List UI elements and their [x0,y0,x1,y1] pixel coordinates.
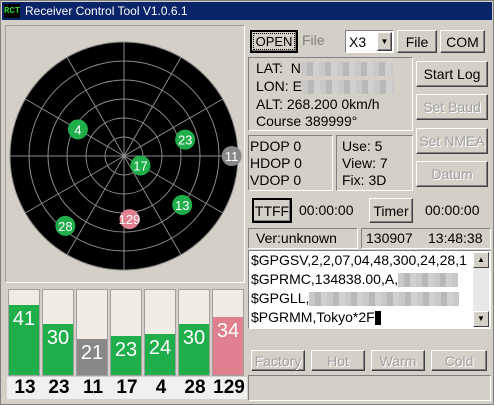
snr-value: 30 [182,326,206,349]
nmea-line: $GPGSV,2,2,07,04,48,300,24,28,1 [251,252,467,268]
factory-reset-button[interactable]: Factory [251,350,305,371]
set-baud-button[interactable]: Set Baud [416,94,488,120]
snr-bar: 23 17 [109,289,145,399]
snr-bar-chart: 41 13 30 23 21 11 23 17 24 4 30 28 34 129 [5,287,247,400]
title-bar[interactable]: RCT Receiver Control Tool V1.0.6.1 [2,2,492,20]
file-label: File [302,32,325,48]
datum-button[interactable]: Datum [416,161,488,187]
nmea-line: $GPRMC,134838.00,A, [251,271,399,287]
snr-bar: 41 13 [7,289,43,399]
snr-value: 21 [80,342,104,365]
satellite-prn-label: 28 [58,219,72,234]
snr-prn-label: 4 [143,377,179,399]
dop-panel: PDOP 0 HDOP 0 VDOP 0 [248,135,333,191]
snr-value: 34 [216,319,240,342]
course-value: 389999° [305,113,358,129]
satellite-prn-label: 17 [133,159,147,174]
window-title: Receiver Control Tool V1.0.6.1 [25,4,188,18]
snr-value: 30 [46,326,70,349]
snr-bar: 24 4 [143,289,179,399]
version-field: Ver:unknown [248,228,358,249]
snr-bar: 30 23 [41,289,77,399]
satellite-prn-label: 129 [119,212,141,227]
timer-value: 00:00:00 [425,202,480,218]
snr-value: 23 [114,338,138,361]
app-icon: RCT [4,4,21,18]
satellite-prn-label: 23 [178,133,192,148]
start-log-button[interactable]: Start Log [416,61,488,87]
status-bar [248,375,491,401]
scroll-up-icon[interactable]: ▲ [473,252,489,268]
snr-bar: 21 11 [75,289,111,399]
snr-prn-label: 13 [7,377,43,399]
lon-label: LON: [256,78,289,94]
vdop-value: VDOP 0 [250,172,302,188]
open-button-label: OPEN [252,33,296,50]
snr-prn-label: 23 [41,377,77,399]
nmea-line: $GPGLL, [251,290,310,306]
scroll-down-icon[interactable]: ▼ [473,311,489,327]
sky-plot: 4 17 23 11 13 129 28 [9,41,242,271]
snr-prn-label: 129 [211,377,247,399]
snr-value: 41 [12,307,36,330]
position-panel: LAT: N LON: E ALT: 268.200 0km/h Course … [248,57,413,131]
ttff-value: 00:00:00 [299,202,354,218]
port-select[interactable]: X3 ▼ [345,30,394,53]
speed-value: 0km/h [341,96,380,112]
lat-label: LAT: [256,60,283,76]
open-button[interactable]: OPEN [250,30,298,53]
file-button[interactable]: File [397,30,437,53]
snr-value: 24 [148,337,172,360]
datetime-field: 130907 13:48:38 [361,228,491,249]
nmea-output[interactable]: $GPGSV,2,2,07,04,48,300,24,28,1 $GPRMC,1… [248,250,491,329]
timer-button[interactable]: Timer [369,198,413,223]
cold-start-button[interactable]: Cold [431,350,487,371]
snr-prn-label: 28 [177,377,213,399]
snr-bar: 30 28 [177,289,213,399]
text-cursor [374,311,381,326]
nmea-scrollbar[interactable]: ▲ ▼ [473,252,489,327]
alt-value: 268.200 [286,96,338,112]
snr-prn-label: 17 [109,377,145,399]
nmea-line: $PGRMM,Tokyo*2F [251,309,375,325]
port-select-value: X3 [349,34,367,50]
satellite-count-panel: Use: 5 View: 7 Fix: 3D [336,135,413,191]
fix-type: Fix: 3D [342,172,387,188]
alt-label: ALT: [256,96,283,112]
set-nmea-button[interactable]: Set NMEA [416,128,488,154]
sky-plot-panel: 4 17 23 11 13 129 28 [5,25,245,283]
chevron-down-icon[interactable]: ▼ [377,32,392,51]
satellite-prn-label: 13 [175,198,189,213]
snr-prn-label: 11 [75,377,111,399]
warm-start-button[interactable]: Warm [371,350,425,371]
snr-bar: 34 129 [211,289,247,399]
ttff-button[interactable]: TTFF [252,198,292,223]
hot-start-button[interactable]: Hot [311,350,365,371]
pdop-value: PDOP 0 [250,138,302,154]
version-text: Ver:unknown [256,230,337,246]
course-label: Course [256,113,302,129]
hdop-value: HDOP 0 [250,155,302,171]
satellite-prn-label: 11 [225,149,239,164]
lat-value: N [290,60,301,76]
main-window: RCT Receiver Control Tool V1.0.6.1 4 17 23… [0,0,494,405]
com-button[interactable]: COM [440,30,485,53]
sats-in-view: View: 7 [342,155,388,171]
sats-used: Use: 5 [342,138,383,154]
lon-value: E [292,78,302,94]
date-text: 130907 [366,230,413,246]
satellite-prn-label: 4 [74,122,81,137]
time-text: 13:48:38 [428,230,483,246]
